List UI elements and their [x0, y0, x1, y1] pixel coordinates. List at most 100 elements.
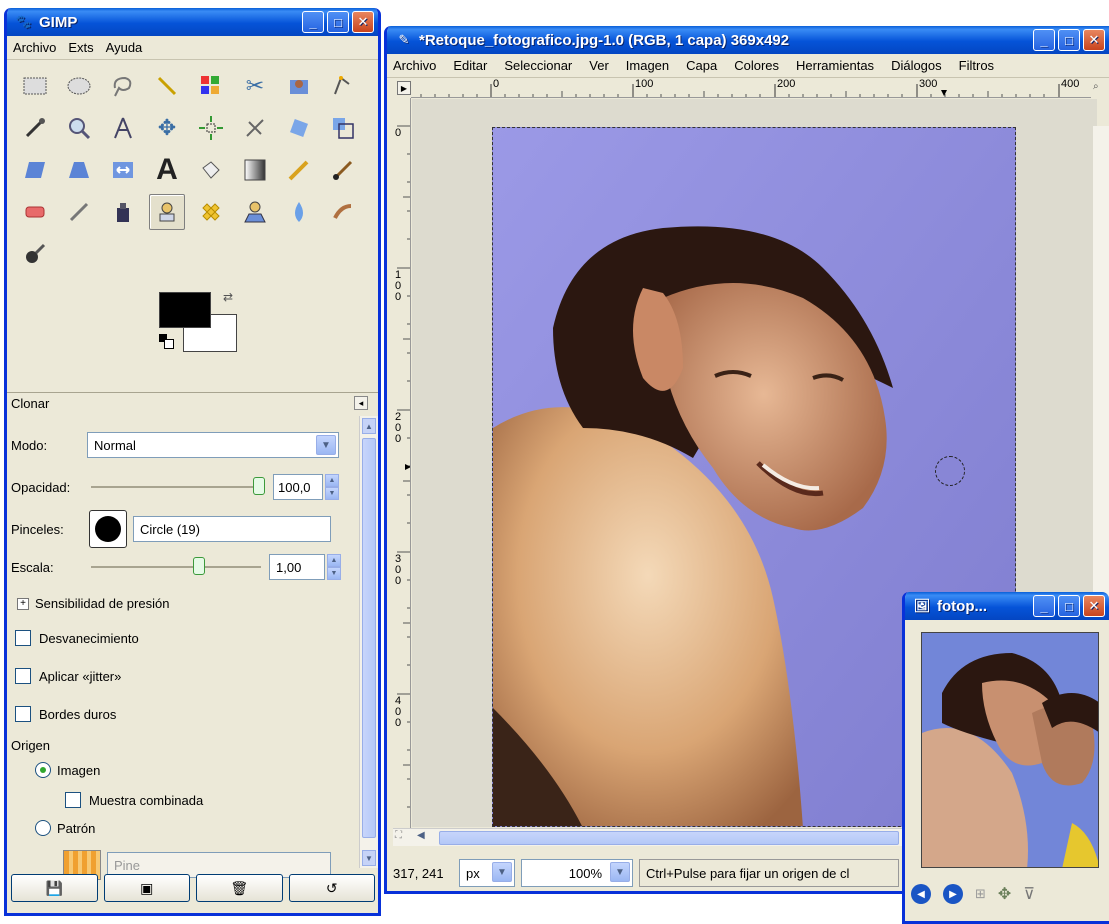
image-titlebar[interactable]: ✎ *Retoque_fotografico.jpg-1.0 (RGB, 1 c…	[387, 26, 1109, 54]
dodge-burn-icon[interactable]	[17, 236, 53, 272]
crop-icon[interactable]	[237, 110, 273, 146]
menu-exts[interactable]: Exts	[68, 40, 93, 55]
shrink-wrap-icon[interactable]: ⊽	[1023, 884, 1035, 904]
shear-icon[interactable]	[17, 152, 53, 188]
scale-slider-thumb[interactable]	[193, 557, 205, 575]
scroll-up-icon[interactable]: ▲	[362, 418, 376, 434]
paths-icon[interactable]	[325, 68, 361, 104]
color-select-icon[interactable]	[193, 68, 229, 104]
zoom-out-icon[interactable]: ◀	[911, 884, 931, 904]
menu-ver[interactable]: Ver	[589, 58, 609, 73]
zoom-icon[interactable]	[61, 110, 97, 146]
zoom-fit-icon[interactable]: ✥	[998, 884, 1011, 904]
zoom-to-fit-icon[interactable]: ⌕	[1093, 81, 1107, 95]
scroll-left-icon[interactable]: ◀	[417, 830, 425, 841]
fade-checkbox[interactable]	[15, 630, 31, 646]
opacity-slider-thumb[interactable]	[253, 477, 265, 495]
smudge-icon[interactable]	[325, 194, 361, 230]
quick-mask-icon[interactable]: ▶	[397, 81, 411, 95]
bucket-fill-icon[interactable]	[193, 152, 229, 188]
sample-merged-checkbox[interactable]	[65, 792, 81, 808]
ellipse-select-icon[interactable]	[61, 68, 97, 104]
tool-options-scrollbar[interactable]: ▲ ▼	[359, 416, 378, 868]
fuzzy-select-icon[interactable]	[149, 68, 185, 104]
zoom-in-icon[interactable]: ▶	[943, 884, 963, 904]
scale-spinner[interactable]: ▲ ▼	[327, 554, 341, 580]
menu-herramientas[interactable]: Herramientas	[796, 58, 874, 73]
perspective-icon[interactable]	[61, 152, 97, 188]
unit-select[interactable]: px ▼	[459, 859, 515, 887]
tab-menu-icon[interactable]: ◂	[354, 396, 368, 410]
brush-name-field[interactable]: Circle (19)	[133, 516, 331, 542]
expand-icon[interactable]: +	[17, 597, 29, 610]
toolbox-titlebar[interactable]: 🐾 GIMP _ □ ✕	[7, 8, 378, 36]
origin-image-radio[interactable]	[35, 762, 51, 778]
origin-pattern-radio[interactable]	[35, 820, 51, 836]
scale-slider[interactable]	[91, 557, 261, 575]
maximize-button[interactable]: □	[1058, 595, 1080, 617]
menu-editar[interactable]: Editar	[453, 58, 487, 73]
menu-dialogos[interactable]: Diálogos	[891, 58, 942, 73]
nav-corner-icon[interactable]: ⛶	[395, 830, 402, 841]
brush-preview-button[interactable]	[89, 510, 127, 548]
jitter-checkbox[interactable]	[15, 668, 31, 684]
zoom-one-icon[interactable]: ⊞	[975, 886, 986, 902]
origin-image-radio-row[interactable]: Imagen	[35, 762, 100, 778]
menu-archivo[interactable]: Archivo	[13, 40, 56, 55]
menu-seleccionar[interactable]: Seleccionar	[504, 58, 572, 73]
menu-capa[interactable]: Capa	[686, 58, 717, 73]
clone-icon[interactable]	[149, 194, 185, 230]
perspective-clone-icon[interactable]	[237, 194, 273, 230]
move-icon[interactable]: ✥	[149, 110, 185, 146]
maximize-button[interactable]: □	[327, 11, 349, 33]
fade-checkbox-row[interactable]: Desvanecimiento	[15, 630, 139, 646]
scale-icon[interactable]	[325, 110, 361, 146]
zoom-select[interactable]: 100% ▼	[521, 859, 633, 887]
scale-input[interactable]: 1,00	[269, 554, 325, 580]
horizontal-scroll-thumb[interactable]	[439, 831, 899, 845]
sample-merged-checkbox-row[interactable]: Muestra combinada	[65, 792, 203, 808]
minimize-button[interactable]: _	[1033, 595, 1055, 617]
navigation-titlebar[interactable]: 🖼 fotop... _ □ ✕	[905, 592, 1109, 620]
menu-colores[interactable]: Colores	[734, 58, 779, 73]
paintbrush-icon[interactable]	[325, 152, 361, 188]
airbrush-icon[interactable]	[61, 194, 97, 230]
align-icon[interactable]	[193, 110, 229, 146]
save-options-button[interactable]: 💾	[11, 874, 98, 902]
origin-pattern-radio-row[interactable]: Patrón	[35, 820, 95, 836]
menu-imagen[interactable]: Imagen	[626, 58, 669, 73]
measure-icon[interactable]	[105, 110, 141, 146]
menu-archivo[interactable]: Archivo	[393, 58, 436, 73]
reset-colors-icon[interactable]	[159, 334, 174, 349]
jitter-checkbox-row[interactable]: Aplicar «jitter»	[15, 668, 121, 684]
eraser-icon[interactable]	[17, 194, 53, 230]
maximize-button[interactable]: □	[1058, 29, 1080, 51]
hard-edges-checkbox[interactable]	[15, 706, 31, 722]
text-icon[interactable]: A	[149, 152, 185, 188]
scroll-down-icon[interactable]: ▼	[362, 850, 376, 866]
restore-options-button[interactable]: ▣	[103, 874, 190, 902]
lasso-icon[interactable]	[105, 68, 141, 104]
pressure-label[interactable]: Sensibilidad de presión	[35, 596, 169, 611]
mode-select[interactable]: Normal ▼	[87, 432, 339, 458]
minimize-button[interactable]: _	[302, 11, 324, 33]
minimize-button[interactable]: _	[1033, 29, 1055, 51]
rect-select-icon[interactable]	[17, 68, 53, 104]
flip-icon[interactable]	[105, 152, 141, 188]
close-button[interactable]: ✕	[1083, 29, 1105, 51]
navigation-thumbnail[interactable]	[921, 632, 1099, 868]
scroll-thumb[interactable]	[362, 438, 376, 838]
foreground-color-swatch[interactable]	[159, 292, 211, 328]
color-picker-icon[interactable]	[17, 110, 53, 146]
blend-icon[interactable]	[237, 152, 273, 188]
delete-options-button[interactable]: 🗑	[196, 874, 283, 902]
pencil-icon[interactable]	[281, 152, 317, 188]
heal-icon[interactable]	[193, 194, 229, 230]
close-button[interactable]: ✕	[352, 11, 374, 33]
opacity-spinner[interactable]: ▲ ▼	[325, 474, 339, 500]
menu-filtros[interactable]: Filtros	[959, 58, 994, 73]
swap-colors-icon[interactable]: ⇄	[223, 290, 233, 304]
close-button[interactable]: ✕	[1083, 595, 1105, 617]
menu-ayuda[interactable]: Ayuda	[106, 40, 143, 55]
horizontal-scrollbar[interactable]: ⛶ ◀	[393, 828, 903, 846]
